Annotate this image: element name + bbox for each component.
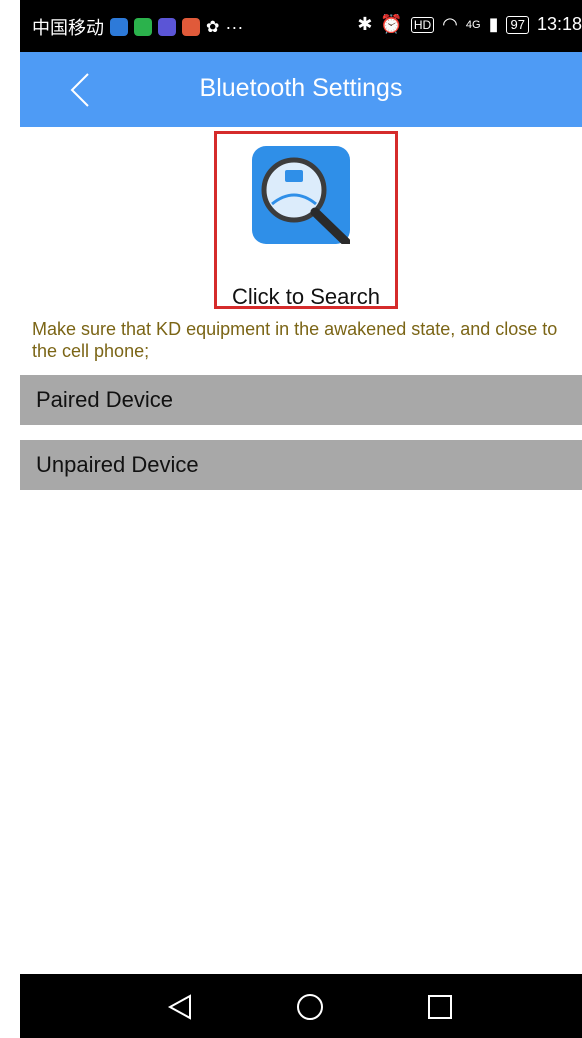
status-right: ✱ ⏰ HD ◠ 4G ▮ 97 13:18 — [357, 14, 582, 35]
play-store-icon — [134, 18, 152, 36]
paired-device-section[interactable]: Paired Device — [20, 375, 582, 425]
header-bar: Bluetooth Settings — [20, 52, 582, 127]
unpaired-device-section[interactable]: Unpaired Device — [20, 440, 582, 490]
video-app-icon — [158, 18, 176, 36]
battery-level: 97 — [506, 15, 529, 34]
time-display: 13:18 — [536, 14, 582, 34]
page-title: Bluetooth Settings — [199, 74, 403, 102]
wifi-icon: ◠ — [442, 14, 458, 34]
wechat-icon: ✿ — [206, 19, 220, 36]
app-notification-icon — [110, 18, 128, 36]
hint-text: Make sure that KD equipment in the awake… — [32, 319, 558, 361]
more-notifications-icon: ··· — [225, 16, 244, 37]
search-button[interactable]: Click to Search — [214, 131, 398, 309]
navigation-bar — [20, 974, 582, 1038]
app-screen: 中国移动 ✿ ··· ✱ ⏰ HD ◠ 4G ▮ 97 13:18 Blueto… — [20, 0, 582, 1038]
nav-recent-icon[interactable] — [425, 992, 455, 1022]
network-type: 4G — [465, 18, 481, 31]
nav-home-icon[interactable] — [295, 992, 325, 1022]
hd-icon: HD — [410, 16, 435, 33]
status-bar: 中国移动 ✿ ··· ✱ ⏰ HD ◠ 4G ▮ 97 13:18 — [20, 0, 582, 52]
signal-icon: ▮ — [488, 14, 499, 34]
nav-back-icon[interactable] — [166, 992, 196, 1022]
bluetooth-icon: ✱ — [357, 14, 373, 34]
alarm-icon: ⏰ — [380, 14, 403, 34]
magnifier-car-icon — [252, 146, 350, 244]
map-app-icon — [182, 18, 200, 36]
status-left: 中国移动 ✿ ··· — [32, 14, 243, 40]
search-label: Click to Search — [232, 284, 380, 309]
carrier-label: 中国移动 — [32, 18, 104, 38]
